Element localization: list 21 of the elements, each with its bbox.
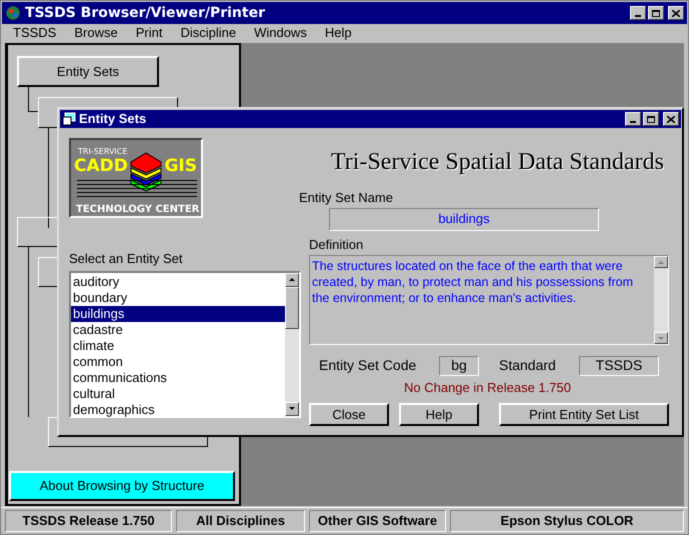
logo-text: GIS (164, 156, 197, 176)
field-label: Standard (499, 356, 557, 375)
window-title: TSSDS Browser/Viewer/Printer (25, 4, 266, 22)
definition-text: The structures located on the face of the earth that were created, by man, to protect man and his possessions from the environment; or to enhance man's activities. (311, 258, 634, 307)
field-label: Entity Set Code (319, 356, 418, 375)
standard-field: TSSDS (579, 356, 659, 376)
code-field: bg (439, 356, 479, 376)
status-pane: TSSDS Release 1.750 (5, 510, 172, 532)
logo-text: TRI-SERVICE (78, 146, 128, 158)
logo-text: CADD (74, 156, 128, 176)
list-label: Select an Entity Set (69, 250, 184, 268)
entity-name-field: buildings (329, 208, 599, 230)
field-label: Entity Set Name (299, 189, 394, 207)
heading: Tri-Service Spatial Data Standards (330, 148, 666, 177)
field-label: Definition (309, 236, 364, 254)
status-pane: All Disciplines (176, 510, 305, 532)
release-note: No Change in Release 1.750 (404, 379, 572, 397)
dialog-title: Entity Sets (79, 110, 148, 128)
status-pane: Other GIS Software (309, 510, 446, 532)
status-pane: Epson Stylus COLOR (450, 510, 684, 532)
logo-text: TECHNOLOGY CENTER (76, 203, 200, 217)
